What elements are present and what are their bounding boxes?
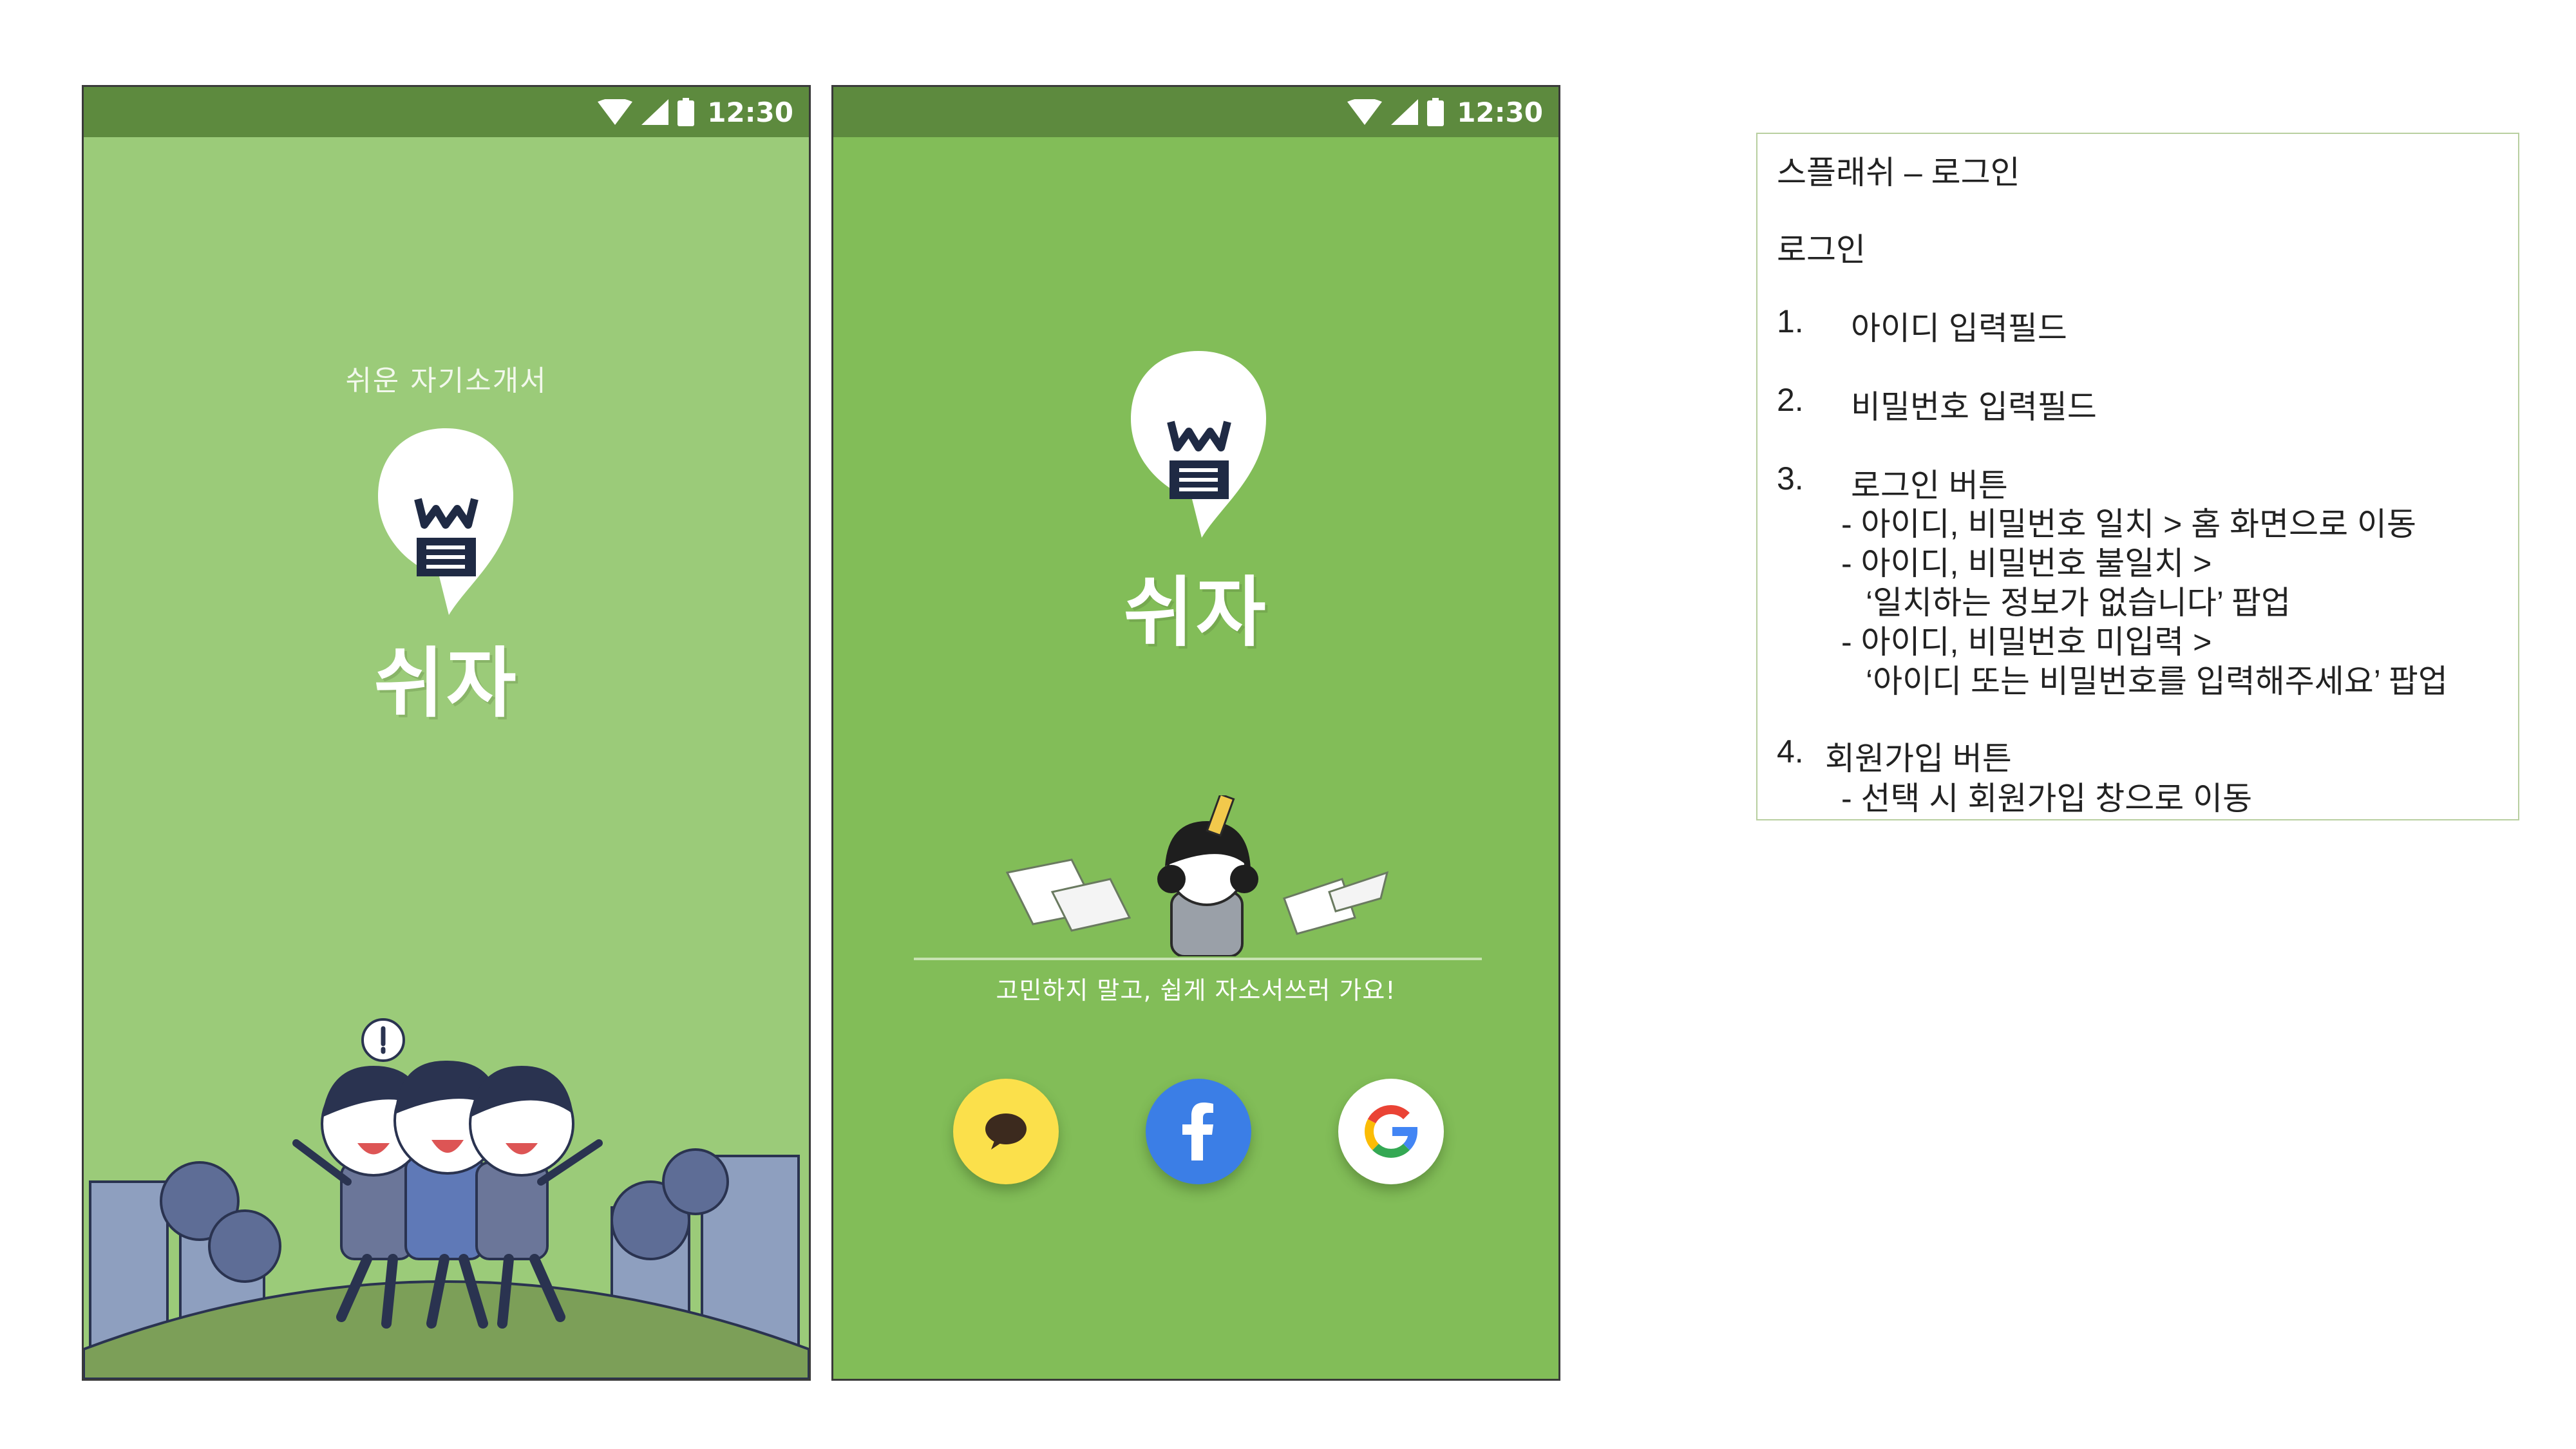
login-tagline: 고민하지 말고, 쉽게 자소서쓰러 가요! xyxy=(996,976,1396,1005)
notes-item-4-detail: - 선택 시 회원가입 창으로 이동 xyxy=(1841,781,2253,817)
status-time: 12:30 xyxy=(707,96,793,128)
splash-slogan: 쉬운 자기소개서 xyxy=(345,365,547,397)
signal-icon xyxy=(641,99,669,125)
kakao-login-button[interactable] xyxy=(953,1079,1059,1184)
notes-title: 스플래쉬 – 로그인 xyxy=(1777,155,2020,191)
facebook-f-icon xyxy=(1182,1103,1213,1160)
status-bar: 12:30 xyxy=(833,87,1558,137)
speech-bubble-icon xyxy=(985,1113,1027,1150)
notes-item-4-num: 4. xyxy=(1777,734,1804,770)
notes-item-3-num: 3. xyxy=(1777,460,1804,497)
notes-item-2-num: 2. xyxy=(1777,382,1804,418)
children-city-illustration xyxy=(84,1018,809,1379)
notes-item-1-num: 1. xyxy=(1777,303,1804,339)
splash-screen: 12:30 쉬운 자기소개서 쉬자 xyxy=(82,85,811,1381)
notes-item-2-label: 비밀번호 입력필드 xyxy=(1851,389,2097,425)
lightbulb-logo-icon xyxy=(1131,351,1266,538)
status-bar: 12:30 xyxy=(84,87,809,137)
signal-icon xyxy=(1391,99,1419,125)
battery-icon xyxy=(677,98,695,126)
google-login-button[interactable] xyxy=(1338,1079,1444,1184)
battery-icon xyxy=(1427,98,1444,126)
notes-item-3-detail: ‘아이디 또는 비밀번호를 입력해주세요’ 팝업 xyxy=(1866,663,2448,699)
wifi-icon xyxy=(598,99,633,125)
wifi-icon xyxy=(1347,99,1383,125)
login-logo-text: 쉬자 xyxy=(1123,568,1269,657)
status-time: 12:30 xyxy=(1457,96,1543,128)
tagline-divider xyxy=(914,958,1482,960)
girl-writing-illustration xyxy=(1005,795,1389,956)
google-g-icon xyxy=(1365,1105,1418,1158)
splash-logo-text: 쉬자 xyxy=(374,639,519,728)
facebook-login-button[interactable] xyxy=(1146,1079,1251,1184)
login-screen: 12:30 쉬자 고민하지 말고, 쉽게 자소서쓰러 가요! xyxy=(831,85,1560,1381)
lightbulb-logo-icon xyxy=(378,428,513,615)
notes-item-1-label: 아이디 입력필드 xyxy=(1851,310,2067,346)
notes-section: 로그인 xyxy=(1777,232,1866,268)
spec-notes-panel: 스플래쉬 – 로그인 로그인 1. 아이디 입력필드 2. 비밀번호 입력필드 … xyxy=(1756,133,2519,820)
